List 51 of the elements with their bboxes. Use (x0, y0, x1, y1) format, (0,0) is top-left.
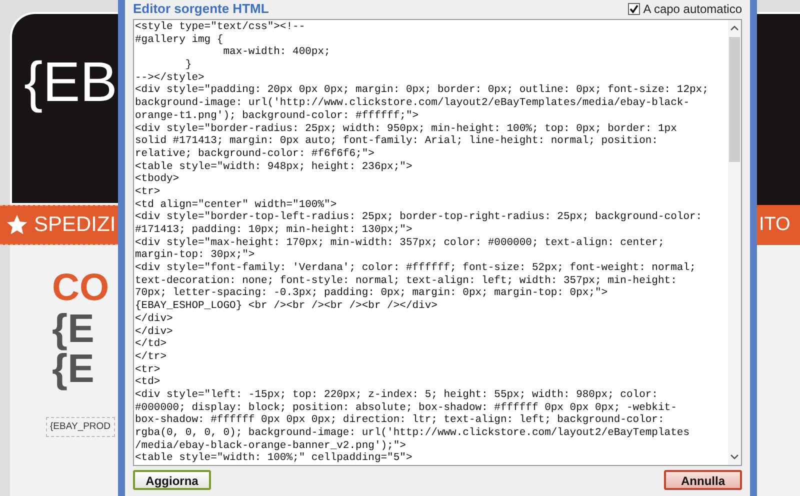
code-line: </tr> (135, 350, 167, 364)
cancel-button[interactable]: Annulla (664, 470, 742, 490)
code-line: #171413; padding: 10px; min-height: 130px;"> (135, 224, 412, 237)
code-line: {EBAY_ESHOP_LOGO} <br /><br /><br /><br /></div> (135, 300, 438, 313)
code-line: rgba(0, 0, 0, 0); background-image: url('http://www.clickstore.com/layout2/eBayTemplates (135, 427, 690, 440)
code-line: orange-t1.png'); background-color: #ffffff;"> (135, 110, 419, 122)
code-line: text-decoration: none; font-style: normal; text-align: left; width: 357px; min-height: (135, 274, 677, 287)
scrollbar-thumb[interactable] (729, 37, 740, 162)
scroll-down-icon[interactable] (730, 452, 739, 461)
banner-text: ITO (758, 212, 790, 237)
code-line: relative; background-color: #f6f6f6;"> (135, 148, 374, 161)
code-line: </div> (135, 312, 173, 326)
code-line: <style type="text/css"><!-- (135, 21, 306, 34)
title-field[interactable]: {E (52, 349, 118, 389)
star-icon (6, 214, 28, 236)
code-line: #gallery img { (135, 34, 224, 46)
code-line: <div style="padding: 20px 0px 0px; margin: 0px; border: 0px; outline: 0px; font-size: 12px; (135, 84, 708, 97)
code-line: <div style="border-top-left-radius: 25px; border-top-right-radius: 25px; background-color: (135, 211, 702, 224)
code-line: </td> (135, 338, 167, 351)
dialog-title: Editor sorgente HTML (133, 0, 269, 18)
code-line: <table style="width: 948px; height: 236px;"> (135, 160, 412, 173)
scrollbar[interactable] (728, 20, 741, 465)
code-line: box-shadow: #ffffff 0px 0px 0px; direction: ltr; text-align: left; background-color: (135, 414, 664, 427)
title-field[interactable]: {E (52, 309, 118, 349)
code-line: #000000; display: block; position: absolute; box-shadow: #ffffff 0px 0px 0px; -webkit- (135, 402, 677, 414)
code-line: /media/ebay-black-orange-banner_v2.png');"> (135, 440, 406, 452)
code-line: <div style="max-height: 170px; min-width: 357px; color: #000000; text-align: center; (135, 236, 664, 249)
scroll-up-icon[interactable] (730, 24, 739, 33)
code-line: margin-top: 30px;"> (135, 249, 255, 262)
code-line: <tr> (135, 364, 160, 376)
heading-text: CO (52, 267, 110, 309)
checkbox[interactable] (628, 3, 640, 15)
update-button[interactable]: Aggiorna (133, 470, 211, 490)
code-line: solid #171413; margin: 0px auto; font-family: Arial; line-height: normal; position: (135, 135, 658, 148)
code-line: <div style="font-family: 'Verdana'; color: #ffffff; font-size: 52px; font-weight: normal; (135, 262, 696, 275)
code-line: <tbody> (135, 173, 180, 186)
code-line: </div> (135, 326, 173, 338)
banner-text: SPEDIZI (34, 212, 116, 238)
code-line: <td align="center" width="100%"> (135, 198, 337, 211)
checkbox-label[interactable]: A capo automatico (643, 0, 742, 18)
code-line: <table style="width: 100%;" cellpadding="5"> (135, 452, 412, 465)
product-field[interactable]: {EBAY_PROD (46, 417, 115, 438)
code-line: --></style> (135, 72, 204, 84)
code-line: background-image: url('http://www.clickstore.com/layout2/eBayTemplates/media/ebay-black- (135, 97, 690, 110)
code-line: 70px; letter-spacing: -0.3px; padding: 0px; margin: 0px; margin-top: 0px;"> (135, 287, 608, 300)
code-line: <tr> (135, 186, 160, 199)
code-line: } (184, 59, 192, 72)
code-line: <div style="border-radius: 25px; width: 950px; min-height: 100%; top: 0px; border: 1px (135, 122, 677, 135)
code-line: max-width: 400px; (222, 46, 330, 60)
code-line: <div style="left: -15px; top: 220px; z-index: 5; height: 55px; width: 980px; color: (135, 388, 658, 402)
code-line: <td> (135, 376, 160, 389)
